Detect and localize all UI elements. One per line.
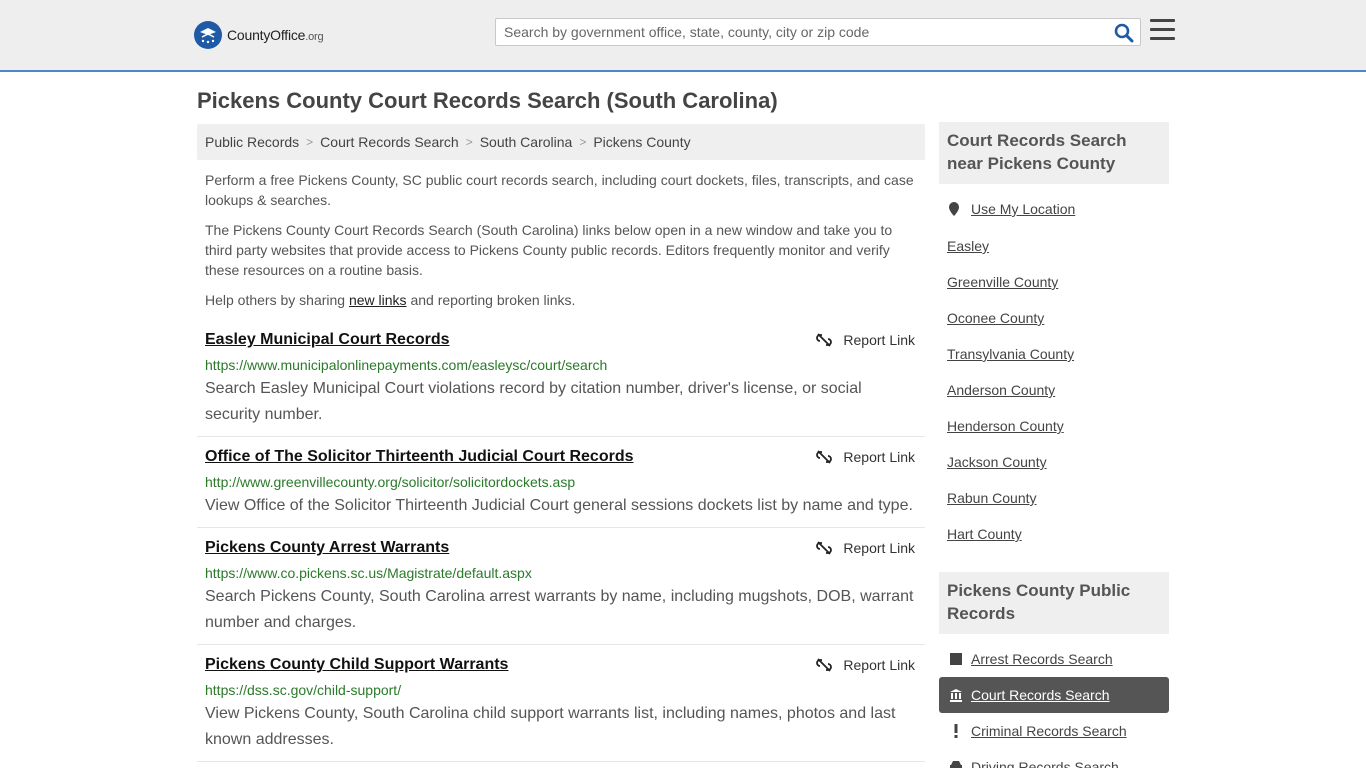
report-link-button[interactable]: Report Link: [816, 449, 915, 465]
record-title-link[interactable]: Office of The Solicitor Thirteenth Judic…: [205, 448, 634, 466]
record-description: View Office of the Solicitor Thirteenth …: [205, 497, 913, 514]
car-icon: [949, 759, 963, 768]
public-record-court[interactable]: Court Records Search: [939, 677, 1169, 713]
report-link-button[interactable]: Report Link: [816, 332, 915, 348]
intro-paragraph-1: Perform a free Pickens County, SC public…: [205, 172, 914, 208]
nearby-link-henderson-county[interactable]: Henderson County: [947, 418, 1064, 434]
broken-link-icon: [816, 450, 833, 464]
record-url: https://www.co.pickens.sc.us/Magistrate/…: [205, 565, 532, 581]
record-item: Pickens County Child Support Warrants Re…: [197, 645, 925, 762]
breadcrumb-public-records[interactable]: Public Records: [205, 134, 299, 150]
record-item: Office of The Solicitor Thirteenth Judic…: [197, 437, 925, 528]
logo-text: CountyOffice.org: [227, 27, 324, 43]
nearby-link-easley[interactable]: Easley: [947, 238, 989, 254]
nearby-heading: Court Records Search near Pickens County: [939, 122, 1169, 184]
report-link-button[interactable]: Report Link: [816, 540, 915, 556]
nearby-link-anderson-county[interactable]: Anderson County: [947, 382, 1055, 398]
record-url: https://www.municipalonlinepayments.com/…: [205, 357, 608, 373]
nearby-link-oconee-county[interactable]: Oconee County: [947, 310, 1044, 326]
public-record-driving[interactable]: Driving Records Search: [939, 749, 1169, 768]
public-record-criminal[interactable]: Criminal Records Search: [939, 713, 1169, 749]
record-url: https://dss.sc.gov/child-support/: [205, 682, 402, 698]
breadcrumb: Public Records > Court Records Search > …: [197, 124, 925, 160]
site-logo[interactable]: CountyOffice.org: [194, 20, 324, 50]
search-box: [495, 18, 1141, 46]
report-link-button[interactable]: Report Link: [816, 657, 915, 673]
nearby-link-jackson-county[interactable]: Jackson County: [947, 454, 1047, 470]
breadcrumb-separator-icon: >: [465, 135, 473, 149]
breadcrumb-south-carolina[interactable]: South Carolina: [480, 134, 573, 150]
record-description: Search Easley Municipal Court violations…: [205, 380, 862, 423]
square-icon: [949, 652, 963, 666]
broken-link-icon: [816, 541, 833, 555]
public-records-heading: Pickens County Public Records: [939, 572, 1169, 634]
record-title-link[interactable]: Pickens County Child Support Warrants: [205, 656, 508, 674]
search-icon[interactable]: [1114, 23, 1134, 43]
map-pin-icon: [949, 202, 959, 216]
intro-paragraph-2: The Pickens County Court Records Search …: [205, 222, 893, 278]
public-record-arrest[interactable]: Arrest Records Search: [939, 641, 1169, 677]
page-title: Pickens County Court Records Search (Sou…: [197, 88, 778, 113]
search-input[interactable]: [496, 19, 1096, 45]
record-title-link[interactable]: Pickens County Arrest Warrants: [205, 539, 449, 557]
nearby-link-transylvania-county[interactable]: Transylvania County: [947, 346, 1074, 362]
nearby-link-hart-county[interactable]: Hart County: [947, 526, 1022, 542]
top-header: CountyOffice.org: [0, 0, 1366, 72]
record-url: http://www.greenvillecounty.org/solicito…: [205, 474, 576, 490]
logo-seal-icon: [194, 21, 222, 49]
record-title-link[interactable]: Easley Municipal Court Records: [205, 331, 450, 349]
broken-link-icon: [816, 333, 833, 347]
breadcrumb-separator-icon: >: [306, 135, 314, 149]
intro-paragraph-3: Help others by sharing new links and rep…: [205, 292, 576, 308]
breadcrumb-separator-icon: >: [579, 135, 587, 149]
broken-link-icon: [816, 658, 833, 672]
courthouse-icon: [949, 688, 963, 702]
hamburger-menu-icon[interactable]: [1150, 19, 1175, 43]
record-description: View Pickens County, South Carolina chil…: [205, 705, 896, 748]
breadcrumb-court-records-search[interactable]: Court Records Search: [320, 134, 459, 150]
use-location: Use My Location: [947, 201, 1075, 217]
breadcrumb-pickens-county[interactable]: Pickens County: [593, 134, 690, 150]
nearby-link-greenville-county[interactable]: Greenville County: [947, 274, 1058, 290]
record-item: Pickens County Arrest Warrants Report Li…: [197, 528, 925, 645]
nearby-link-rabun-county[interactable]: Rabun County: [947, 490, 1037, 506]
exclamation-icon: [949, 724, 963, 738]
new-links-link[interactable]: new links: [349, 292, 407, 308]
use-my-location-link[interactable]: Use My Location: [971, 201, 1075, 217]
record-item: Easley Municipal Court Records Report Li…: [197, 320, 925, 437]
record-description: Search Pickens County, South Carolina ar…: [205, 588, 914, 631]
